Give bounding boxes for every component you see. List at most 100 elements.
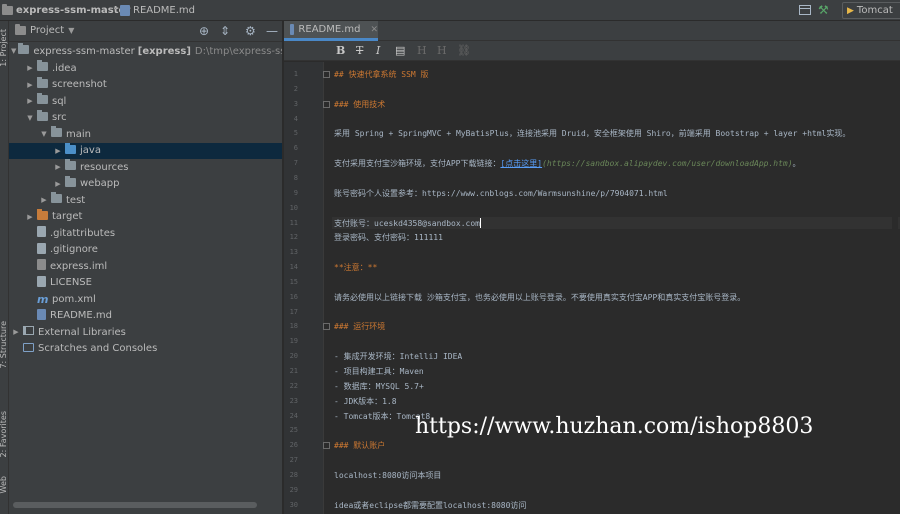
favorites-tool-button[interactable]: 2: Favorites: [0, 411, 8, 457]
line-number: 7: [293, 159, 298, 168]
build-hammer-icon[interactable]: ⚒: [818, 3, 829, 17]
line-number: 6: [293, 144, 298, 153]
folder-icon: [37, 109, 48, 121]
code-line-text: ### 使用技术: [334, 99, 386, 109]
tree-item-label: Scratches and Consoles: [38, 343, 158, 354]
line-number: 30: [289, 500, 298, 509]
line-number: 23: [289, 396, 298, 405]
tree-item[interactable]: ▼ src: [9, 109, 282, 126]
tree-root-label: express-ssm-master: [33, 45, 135, 57]
chevron-right-icon[interactable]: ▶: [25, 213, 35, 221]
line-number: 28: [289, 470, 298, 479]
code-line: 支付账号：uceskd4358@sandbox.com: [334, 218, 481, 229]
bold-button[interactable]: B: [336, 44, 345, 58]
tree-item[interactable]: README.md: [9, 308, 282, 324]
code-line: 账号密码个人设置参考：https://www.cnblogs.com/Warms…: [334, 188, 668, 199]
link-icon[interactable]: ⛓: [457, 44, 471, 58]
tree-item[interactable]: ▶ .idea: [9, 60, 282, 76]
chevron-down-icon[interactable]: ▼: [25, 114, 35, 122]
folder-icon: [51, 126, 62, 137]
tree-item[interactable]: Scratches and Consoles: [9, 341, 282, 357]
tree-item[interactable]: LICENSE: [9, 275, 282, 291]
italic-button[interactable]: I: [376, 44, 380, 58]
tree-item[interactable]: ▶ External Libraries: [9, 324, 282, 340]
tree-item[interactable]: ▶ test: [9, 192, 282, 208]
collapse-all-icon[interactable]: ⇕: [220, 24, 230, 38]
code-line: - 项目构建工具：Maven: [334, 366, 424, 377]
markdown-toolbar: B T I ▤ H H ⛓: [284, 41, 900, 61]
folder-icon: [37, 93, 48, 104]
chevron-down-icon: ▼: [68, 26, 75, 35]
fold-marker[interactable]: [323, 71, 330, 78]
fold-marker[interactable]: [323, 323, 330, 331]
code-line-text: 支付采用支付宝沙箱环境，支付APP下载链接：: [334, 159, 501, 169]
chevron-right-icon[interactable]: ▶: [25, 81, 35, 89]
chevron-right-icon[interactable]: ▶: [53, 180, 63, 188]
markdown-link-text[interactable]: [点击这里]: [500, 159, 542, 168]
breadcrumb-project[interactable]: express-ssm-master: [2, 3, 130, 18]
header-up-button[interactable]: H: [417, 44, 427, 58]
code-line-text: **注意：**: [334, 263, 378, 273]
line-number: 1: [293, 70, 298, 78]
excluded-folder-icon: [37, 208, 48, 220]
tab-readme[interactable]: README.md ✕: [284, 21, 378, 41]
code-line: 支付采用支付宝沙箱环境，支付APP下载链接：[点击这里](https://san…: [334, 158, 801, 169]
folder-icon: [65, 159, 76, 170]
tree-item[interactable]: .gitignore: [9, 242, 282, 258]
tree-item[interactable]: ▶ sql: [9, 93, 282, 109]
line-number: 20: [289, 352, 298, 361]
run-config-select[interactable]: ▶ Tomcat: [842, 2, 900, 19]
breadcrumb-file[interactable]: README.md: [120, 3, 195, 18]
chevron-down-icon[interactable]: ▼: [39, 130, 49, 138]
code-line-text: 支付账号：uceskd4358@sandbox.com: [334, 218, 480, 228]
close-icon[interactable]: ✕: [370, 25, 378, 35]
markdown-link-url[interactable]: (https://sandbox.alipaydev.com/user/down…: [542, 159, 792, 168]
line-number: 3: [293, 99, 298, 108]
chevron-right-icon[interactable]: ▶: [53, 163, 63, 171]
markdown-file-icon: [37, 308, 46, 320]
line-number: 19: [289, 337, 298, 346]
tree-item[interactable]: ▶ target: [9, 208, 282, 225]
tree-item[interactable]: .gitattributes: [9, 225, 282, 241]
hide-panel-icon[interactable]: —: [266, 24, 278, 38]
chevron-right-icon[interactable]: ▶: [25, 97, 35, 105]
code-line-text: localhost:8080访问本项目: [334, 470, 442, 480]
tree-item[interactable]: ▶ java: [9, 142, 282, 159]
project-tool-button[interactable]: 1: Project: [0, 29, 8, 67]
chevron-right-icon[interactable]: ▶: [53, 147, 63, 155]
breadcrumb-separator: ›: [113, 4, 117, 14]
vertical-scrollbar[interactable]: [892, 62, 898, 514]
file-icon: [37, 275, 46, 287]
line-number: 11: [289, 218, 298, 227]
tree-item[interactable]: express.iml: [9, 258, 282, 274]
module-file-icon: [37, 259, 46, 270]
fold-marker[interactable]: [323, 442, 330, 450]
tree-item[interactable]: ▼ main: [9, 126, 282, 142]
project-panel-header: Project ▼ ⊕ ⇕ ⚙ —: [9, 21, 282, 42]
structure-tool-button[interactable]: 7: Structure: [0, 321, 8, 369]
code-button[interactable]: ▤: [395, 44, 405, 58]
code-line: - 集成开发环境：IntelliJ IDEA: [334, 351, 462, 362]
folder-icon: [65, 175, 76, 187]
fold-marker[interactable]: [323, 100, 330, 108]
tree-item[interactable]: ▶ screenshot: [9, 76, 282, 93]
layout-icon[interactable]: [799, 5, 811, 15]
tree-item[interactable]: m pom.xml: [9, 291, 282, 307]
code-area[interactable]: ## 快速代拿系统 SSM 版 ### 使用技术 采用 Spring + Sprin…: [332, 62, 900, 514]
chevron-right-icon[interactable]: ▶: [39, 196, 49, 204]
line-number: 13: [289, 248, 298, 257]
strikethrough-button[interactable]: T: [356, 44, 363, 58]
tree-item[interactable]: ▶ webapp: [9, 175, 282, 192]
tree-item-label: webapp: [80, 178, 120, 189]
horizontal-scrollbar[interactable]: [13, 502, 257, 508]
locate-icon[interactable]: ⊕: [199, 24, 209, 38]
chevron-right-icon[interactable]: ▶: [11, 328, 21, 336]
folder-icon: [37, 76, 48, 88]
web-tool-button[interactable]: Web: [0, 476, 8, 493]
gear-icon[interactable]: ⚙: [245, 24, 256, 38]
project-view-select[interactable]: Project ▼: [15, 24, 75, 36]
tree-root[interactable]: ▼ express-ssm-master [express] D:\tmp\ex…: [9, 43, 282, 59]
tree-item[interactable]: ▶ resources: [9, 159, 282, 175]
header-down-button[interactable]: H: [437, 44, 447, 58]
chevron-right-icon[interactable]: ▶: [25, 64, 35, 72]
